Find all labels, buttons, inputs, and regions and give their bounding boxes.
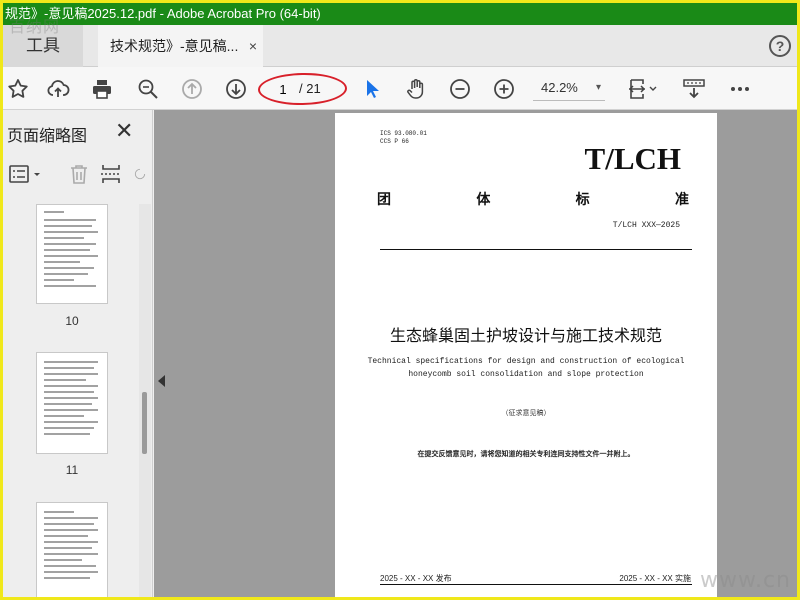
acrobat-window: 规范》-意见稿2025.12.pdf - Adobe Acrobat Pro (… (3, 3, 797, 597)
zoom-out-icon[interactable] (447, 76, 473, 102)
patent-note: 在提交反馈意见时，请将您知道的相关专利连同支持性文件一并附上。 (417, 451, 635, 458)
footer-divider (380, 584, 692, 585)
tab-document-label: 技术规范》-意见稿... (110, 38, 239, 54)
print-icon[interactable] (89, 76, 115, 102)
help-icon[interactable]: ? (769, 35, 791, 57)
watermark-logo: 百纳网 (9, 17, 61, 36)
ccs-line: CCS P 66 (380, 138, 409, 145)
english-title: Technical specifications for design and … (335, 355, 717, 381)
zoom-in-icon[interactable] (491, 76, 517, 102)
tab-row: 工具 技术规范》-意见稿... × ? (3, 25, 797, 67)
thumbnail-options-icon[interactable] (7, 162, 45, 186)
more-icon[interactable] (727, 76, 753, 102)
thumbnail-list: 10 11 (3, 204, 139, 597)
close-tab-icon[interactable]: × (249, 25, 257, 67)
hand-icon[interactable] (403, 76, 429, 102)
scrollbar-thumb[interactable] (142, 392, 147, 454)
standard-type-char: 团 (377, 191, 391, 207)
zoom-search-icon[interactable] (135, 76, 161, 102)
insert-page-icon[interactable] (99, 162, 123, 186)
cloud-upload-icon[interactable] (45, 76, 71, 102)
rotate-page-icon[interactable] (133, 162, 147, 186)
panel-tools (3, 156, 153, 192)
standard-type-char: 体 (476, 191, 491, 207)
document-view: ICS 93.080.01 CCS P 66 T/LCH 团 体 标 准 T/L… (154, 110, 797, 597)
thumbnail-label: 10 (65, 314, 79, 328)
tab-document[interactable]: 技术规范》-意见稿... × (98, 25, 263, 67)
close-panel-icon[interactable]: ✕ (115, 118, 133, 144)
standard-type-char: 准 (674, 191, 689, 207)
select-arrow-icon[interactable] (359, 76, 385, 102)
ics-line: ICS 93.080.01 (380, 130, 427, 137)
thumbnail-scrollbar[interactable] (139, 204, 151, 597)
standard-code: T/LCH XXX—2025 (612, 221, 680, 230)
toolbar: / 21 42.2% ▾ (3, 67, 797, 110)
star-icon[interactable] (5, 76, 31, 102)
page-down-icon[interactable] (223, 76, 249, 102)
trash-icon[interactable] (67, 162, 91, 186)
fit-page-icon[interactable] (625, 76, 659, 102)
document-title: 生态蜂巢固土护坡设计与施工技术规范 (389, 328, 662, 345)
divider (380, 249, 692, 250)
thumbnail-page[interactable] (36, 502, 108, 597)
english-title-line: Technical specifications for design and … (367, 357, 685, 366)
panel-title: 页面缩略图 (7, 128, 88, 145)
implement-date: 2025 - XX - XX 实施 (619, 574, 691, 583)
page-up-icon[interactable] (179, 76, 205, 102)
window-title: 规范》-意见稿2025.12.pdf - Adobe Acrobat Pro (… (3, 3, 797, 25)
thumbnail-panel: 页面缩略图 ✕ 10 11 (3, 110, 153, 597)
zoom-select[interactable]: 42.2% ▾ (533, 77, 605, 101)
scroll-mode-icon[interactable] (681, 76, 707, 102)
pdf-page: ICS 93.080.01 CCS P 66 T/LCH 团 体 标 准 T/L… (335, 113, 717, 597)
zoom-value: 42.2% (541, 80, 578, 95)
draft-label: （征求意见稿） (501, 410, 551, 417)
standard-type-char: 标 (575, 191, 590, 207)
standard-brand: T/LCH (584, 141, 681, 176)
thumbnail-label: 11 (65, 463, 79, 477)
publish-date: 2025 - XX - XX 发布 (380, 574, 452, 583)
english-title-line: honeycomb soil consolidation and slope p… (408, 370, 644, 379)
thumbnail-page[interactable] (36, 352, 108, 454)
ics-code: ICS 93.080.01 CCS P 66 (380, 130, 427, 146)
chevron-down-icon: ▾ (595, 82, 601, 93)
standard-type: 团 体 标 准 (377, 189, 689, 209)
watermark-corner: www.cn (700, 568, 791, 593)
collapse-panel-icon[interactable] (158, 375, 165, 387)
thumbnail-page[interactable] (36, 204, 108, 304)
